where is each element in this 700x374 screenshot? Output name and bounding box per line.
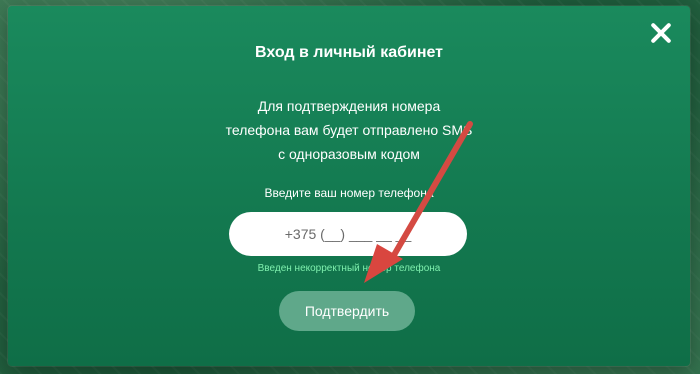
phone-error-message: Введен некорректный номер телефона (257, 263, 441, 274)
sms-info-line: с одноразовым кодом (278, 146, 420, 162)
sms-info-text: Для подтверждения номера телефона вам бу… (8, 94, 690, 166)
sms-info-line: Для подтверждения номера (257, 98, 441, 114)
phone-label: Введите ваш номер телефона (264, 186, 434, 200)
phone-input[interactable] (229, 212, 467, 256)
confirm-button[interactable]: Подтвердить (279, 291, 415, 331)
login-modal: Вход в личный кабинет Для подтверждения … (8, 6, 690, 366)
sms-info-line: телефона вам будет отправлено SMS (225, 122, 473, 138)
close-icon[interactable] (648, 20, 674, 46)
modal-title: Вход в личный кабинет (255, 44, 443, 61)
